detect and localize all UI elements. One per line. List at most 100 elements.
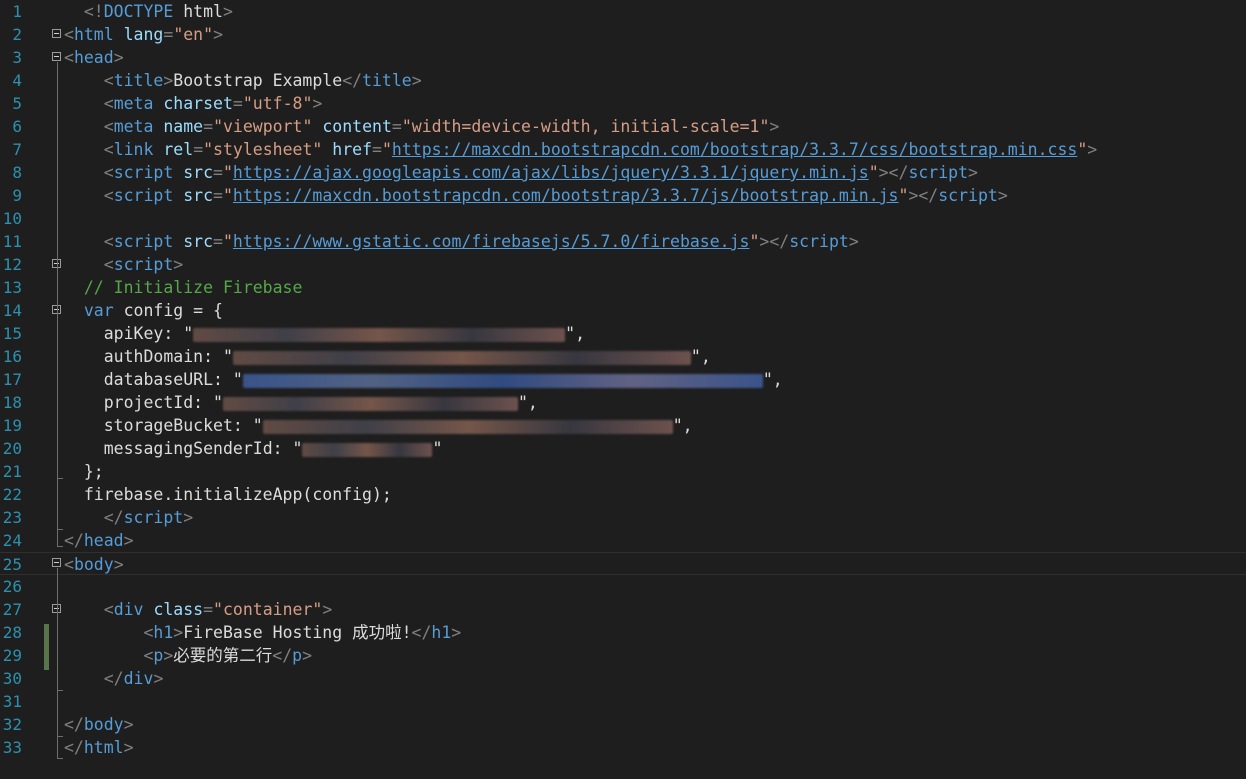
code-token: script — [113, 186, 174, 205]
code-text: // Initialize Firebase — [64, 276, 303, 299]
code-line[interactable]: 4 <title>Bootstrap Example</title> — [0, 69, 1246, 92]
code-text: <script src="https://ajax.googleapis.com… — [64, 161, 978, 184]
code-token: script — [113, 255, 174, 274]
code-token: > — [997, 186, 1008, 205]
code-token: < — [103, 163, 114, 182]
code-line[interactable]: 6 <meta name="viewport" content="width=d… — [0, 115, 1246, 138]
code-token: authDomain: " — [103, 347, 233, 366]
code-line[interactable]: 27 <div class="container"> — [0, 598, 1246, 621]
code-token: > — [213, 25, 223, 44]
code-line[interactable]: 23 </script> — [0, 506, 1246, 529]
code-token: " — [381, 140, 392, 159]
code-token: < — [103, 232, 114, 251]
url-link[interactable]: https://maxcdn.bootstrapcdn.com/bootstra… — [392, 140, 1077, 159]
code-text: firebase.initializeApp(config); — [64, 483, 392, 506]
code-line[interactable]: 24 </head> — [0, 529, 1246, 552]
code-line[interactable]: 32 </body> — [0, 713, 1246, 736]
code-line[interactable]: 28 <h1>FireBase Hosting 成功啦!</h1> — [0, 621, 1246, 644]
code-line[interactable]: 19 storageBucket: " ", — [0, 414, 1246, 437]
fold-toggle-icon[interactable] — [52, 558, 61, 567]
code-line[interactable]: 29 <p>必要的第二行</p> — [0, 644, 1246, 667]
code-text: messagingSenderId: " " — [64, 437, 443, 460]
line-number: 11 — [2, 232, 22, 251]
redacted-value — [232, 350, 691, 365]
code-text: </body> — [64, 713, 134, 736]
code-line[interactable]: 8 <script src="https://ajax.googleapis.c… — [0, 161, 1246, 184]
code-text: <!DOCTYPE html> — [64, 0, 233, 23]
code-text: <html lang="en"> — [64, 23, 223, 46]
code-line[interactable]: 7 <link rel="stylesheet" href="https://m… — [0, 138, 1246, 161]
redacted-value — [262, 419, 673, 434]
url-link[interactable]: https://maxcdn.bootstrapcdn.com/bootstra… — [233, 186, 899, 205]
code-line[interactable]: 33 </html> — [0, 736, 1246, 759]
url-link[interactable]: https://ajax.googleapis.com/ajax/libs/jq… — [233, 163, 869, 182]
code-line[interactable]: 31 — [0, 690, 1246, 713]
code-line[interactable]: 11 <script src="https://www.gstatic.com/… — [0, 230, 1246, 253]
code-token: < — [143, 623, 154, 642]
code-text: databaseURL: " ", — [64, 368, 783, 391]
code-line[interactable]: 21 }; — [0, 460, 1246, 483]
code-token: <! — [83, 2, 104, 21]
line-number: 23 — [2, 508, 22, 527]
line-number: 3 — [12, 48, 22, 67]
code-line[interactable]: 14 var config = { — [0, 299, 1246, 322]
code-line[interactable]: 26 — [0, 575, 1246, 598]
code-token: < — [103, 117, 114, 136]
code-text: <meta charset="utf-8"> — [64, 92, 323, 115]
line-number: 2 — [12, 25, 22, 44]
code-line[interactable]: 3 <head> — [0, 46, 1246, 69]
code-token: > — [312, 94, 323, 113]
code-line[interactable]: 16 authDomain: " ", — [0, 345, 1246, 368]
code-token: databaseURL: " — [103, 370, 243, 389]
line-number: 7 — [12, 140, 22, 159]
code-token: src — [183, 232, 214, 251]
code-token: // Initialize Firebase — [83, 278, 303, 297]
line-number: 6 — [12, 117, 22, 136]
code-line[interactable]: 18 projectId: " ", — [0, 391, 1246, 414]
code-token: > — [123, 715, 134, 734]
code-token: = — [232, 94, 243, 113]
code-token: meta — [113, 94, 154, 113]
code-token: "container" — [213, 600, 323, 619]
code-token: title — [362, 71, 412, 90]
line-number: 1 — [12, 2, 22, 21]
code-line[interactable]: 9 <script src="https://maxcdn.bootstrapc… — [0, 184, 1246, 207]
code-text: authDomain: " ", — [64, 345, 711, 368]
code-token: > — [302, 646, 313, 665]
code-line[interactable]: 25 <body> — [0, 552, 1246, 575]
code-line[interactable]: 2 <html lang="en"> — [0, 23, 1246, 46]
code-token: h1 — [431, 623, 452, 642]
code-token: firebase.initializeApp(config); — [83, 485, 392, 504]
code-token: name — [163, 117, 204, 136]
code-token: projectId: " — [103, 393, 223, 412]
fold-toggle-icon[interactable] — [52, 52, 61, 61]
code-line[interactable]: 13 // Initialize Firebase — [0, 276, 1246, 299]
url-link[interactable]: https://www.gstatic.com/firebasejs/5.7.0… — [233, 232, 750, 251]
code-line[interactable]: 15 apiKey: " ", — [0, 322, 1246, 345]
code-line[interactable]: 1 <!DOCTYPE html> — [0, 0, 1246, 23]
code-line[interactable]: 10 — [0, 207, 1246, 230]
code-text: <title>Bootstrap Example</title> — [64, 69, 422, 92]
code-token: = — [213, 163, 223, 182]
fold-toggle-icon[interactable] — [52, 29, 61, 38]
fold-guide-end — [57, 690, 63, 691]
code-line[interactable]: 5 <meta charset="utf-8"> — [0, 92, 1246, 115]
code-editor[interactable]: 1 <!DOCTYPE html> 2 <html lang="en"> 3 <head… — [0, 0, 1246, 779]
code-line[interactable]: 20 messagingSenderId: " " — [0, 437, 1246, 460]
code-line[interactable]: 30 </div> — [0, 667, 1246, 690]
code-line[interactable]: 22 firebase.initializeApp(config); — [0, 483, 1246, 506]
code-token: < — [103, 186, 114, 205]
code-text: <script src="https://maxcdn.bootstrapcdn… — [64, 184, 1008, 207]
code-line[interactable]: 12 <script> — [0, 253, 1246, 276]
code-token: script — [908, 163, 969, 182]
code-token: > — [113, 48, 124, 67]
code-token: > — [222, 2, 233, 21]
code-line[interactable]: 17 databaseURL: " ", — [0, 368, 1246, 391]
code-token: div — [123, 669, 154, 688]
